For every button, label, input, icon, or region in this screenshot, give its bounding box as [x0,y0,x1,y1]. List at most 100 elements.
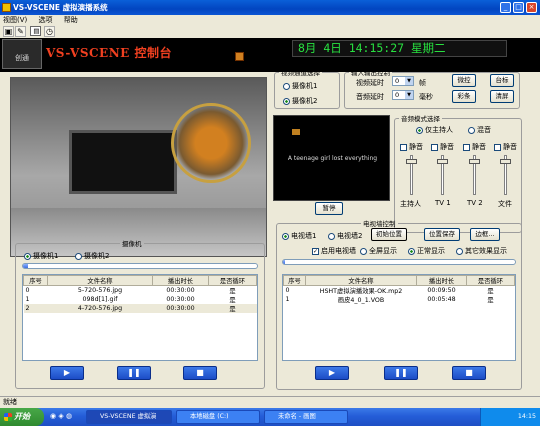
folder-icon[interactable] [235,52,244,61]
channel-label-tv2: TV 2 [467,199,483,207]
camera-pause-button[interactable]: ❚❚ [117,366,151,380]
mix-radio[interactable] [468,126,475,134]
camera-panel-2-radio[interactable] [75,252,82,260]
enable-tv-wall-checkbox[interactable]: ✓ [312,247,319,255]
video-unit-label: 帧 [419,79,426,87]
taskbar-item-paint[interactable]: 未命名 - 画图 [264,410,348,424]
table-row[interactable]: 2 4-720-576.jpg 00:30:00 是 [23,304,257,313]
system-tray: 14:15 [480,408,540,426]
mute-tv2-checkbox[interactable] [463,143,470,151]
host-volume-slider[interactable] [406,155,417,195]
video-delay-select[interactable]: 0 ▼ [392,76,414,86]
toolbar-edit-icon[interactable]: ✎ [15,26,26,37]
col-loop[interactable]: 是否循环 [208,275,257,286]
video-channel-group: 视频通道选择 摄像机1 摄像机2 [274,67,340,109]
tv-wall-stop-button[interactable]: ■ [452,366,486,380]
audio-delay-select[interactable]: 0 ▼ [392,90,414,100]
toolbar-open-icon[interactable]: ▣ [3,26,14,37]
brand-logo: 创通 [2,39,42,69]
maximize-button[interactable]: □ [513,2,524,13]
clock-display: 8月 4日 14:15:27 星期二 [292,40,507,57]
mute-host-checkbox[interactable] [400,143,407,151]
other-effects-radio[interactable] [456,247,463,255]
normal-display-radio[interactable] [408,247,415,255]
camera-stop-button[interactable]: ■ [183,366,217,380]
pause-icon: ❚❚ [394,368,408,377]
slider-thumb[interactable] [500,159,511,164]
tv-wall-2-radio[interactable] [328,232,335,240]
taskbar-item-vscene[interactable]: VS-VSCENE 虚拟演 [86,410,172,424]
menu-help[interactable]: 帮助 [64,16,78,24]
camera-progress-fill [23,264,28,268]
camera-file-table[interactable]: 序号 文件名称 播出时长 是否循环 0 5-720-576.jpg 00:30:00… [22,274,258,361]
col-duration[interactable]: 播出时长 [152,275,209,286]
camera1-radio[interactable] [283,82,290,90]
table-row[interactable]: 1 098d[1].gif 00:30:00 是 [24,295,257,304]
preview-subtitle: A teenage girl lost everything [287,155,378,162]
status-text: 就绪 [3,398,17,406]
table-row[interactable]: 0 5-720-576.jpg 00:30:00 是 [24,286,257,295]
table-row[interactable]: 1 画皮4_0_1.VOB 00:05:48 是 [284,295,515,304]
border-button[interactable]: 边框... [470,228,500,241]
play-icon: ▶ [63,368,71,377]
channel-logo [292,129,300,135]
video-delay-label: 视频延时 [356,79,384,87]
toolbar-settings-icon[interactable]: ▤ [30,26,41,36]
scene-screen [69,130,177,194]
menu-view[interactable]: 视图(V) [3,16,27,24]
micro-control-button[interactable]: 微控 [452,74,476,87]
tv-wall-pause-button[interactable]: ❚❚ [384,366,418,380]
channel-label-file: 文件 [498,200,512,208]
channel-label-host: 主持人 [400,200,421,208]
scene-logo [171,103,251,183]
toolbar-clock-icon[interactable]: ◷ [44,26,55,37]
slider-thumb[interactable] [469,159,480,164]
host-only-radio[interactable] [416,126,423,134]
close-button[interactable]: × [526,2,537,13]
tv-wall-1-radio[interactable] [282,232,289,240]
col-index[interactable]: 序号 [283,275,306,286]
station-logo-button[interactable]: 台标 [490,74,514,87]
fullscreen-radio[interactable] [360,247,367,255]
camera-panel-1-radio[interactable] [24,252,31,260]
camera-progress-bar[interactable] [22,263,258,269]
app-icon [2,3,11,12]
pause-preview-button[interactable]: 暂停 [315,202,343,215]
minimize-button[interactable]: _ [500,2,511,13]
initial-position-button[interactable]: 初始位置 [371,228,407,241]
taskbar: 开始 ◉ ◈ ◍ VS-VSCENE 虚拟演 本地磁盘 (C:) 未命名 - 画… [0,408,540,426]
taskbar-item-local-disk[interactable]: 本地磁盘 (C:) [176,410,260,424]
studio-scene-preview [10,77,267,257]
title-bar: VS-VSCENE 虚拟演播系统 [0,0,540,15]
tray-clock: 14:15 [517,413,536,420]
quick-launch-icons[interactable]: ◉ ◈ ◍ [50,412,72,420]
menu-bar: 视图(V) 选项 帮助 [0,15,540,25]
audio-delay-label: 音频延时 [356,93,384,101]
col-file-name[interactable]: 文件名称 [47,275,153,286]
camera2-radio[interactable] [283,97,290,105]
table-row[interactable]: 0 HSHT虚拟演播效果-OK.mp2 00:09:50 是 [284,286,515,295]
menu-options[interactable]: 选项 [39,16,53,24]
tv-wall-progress-fill [283,260,286,264]
main-window: ▣ ✎ ▤ ◷ 创通 VS-VSCENE 控制台 8月 4日 14:15:27 … [0,25,540,396]
file-volume-slider[interactable] [500,155,511,195]
col-duration[interactable]: 播出时长 [416,275,467,286]
camera-play-button[interactable]: ▶ [50,366,84,380]
col-file-name[interactable]: 文件名称 [305,275,417,286]
color-bars-button[interactable]: 彩条 [452,90,476,103]
save-position-button[interactable]: 位置保存 [424,228,460,241]
slider-thumb[interactable] [437,159,448,164]
clear-screen-button[interactable]: 清屏 [490,90,514,103]
mute-file-checkbox[interactable] [494,143,501,151]
window-title: VS-VSCENE 虚拟演播系统 [13,3,108,12]
tv-wall-play-button[interactable]: ▶ [315,366,349,380]
play-icon: ▶ [328,368,336,377]
tv-wall-progress-bar[interactable] [282,259,516,265]
tv1-volume-slider[interactable] [437,155,448,195]
tv-wall-file-table[interactable]: 序号 文件名称 播出时长 是否循环 0 HSHT虚拟演播效果-OK.mp2 00:0… [282,274,516,361]
tv2-volume-slider[interactable] [469,155,480,195]
col-loop[interactable]: 是否循环 [466,275,515,286]
mute-tv1-checkbox[interactable] [431,143,438,151]
slider-thumb[interactable] [406,159,417,164]
col-index[interactable]: 序号 [23,275,48,286]
